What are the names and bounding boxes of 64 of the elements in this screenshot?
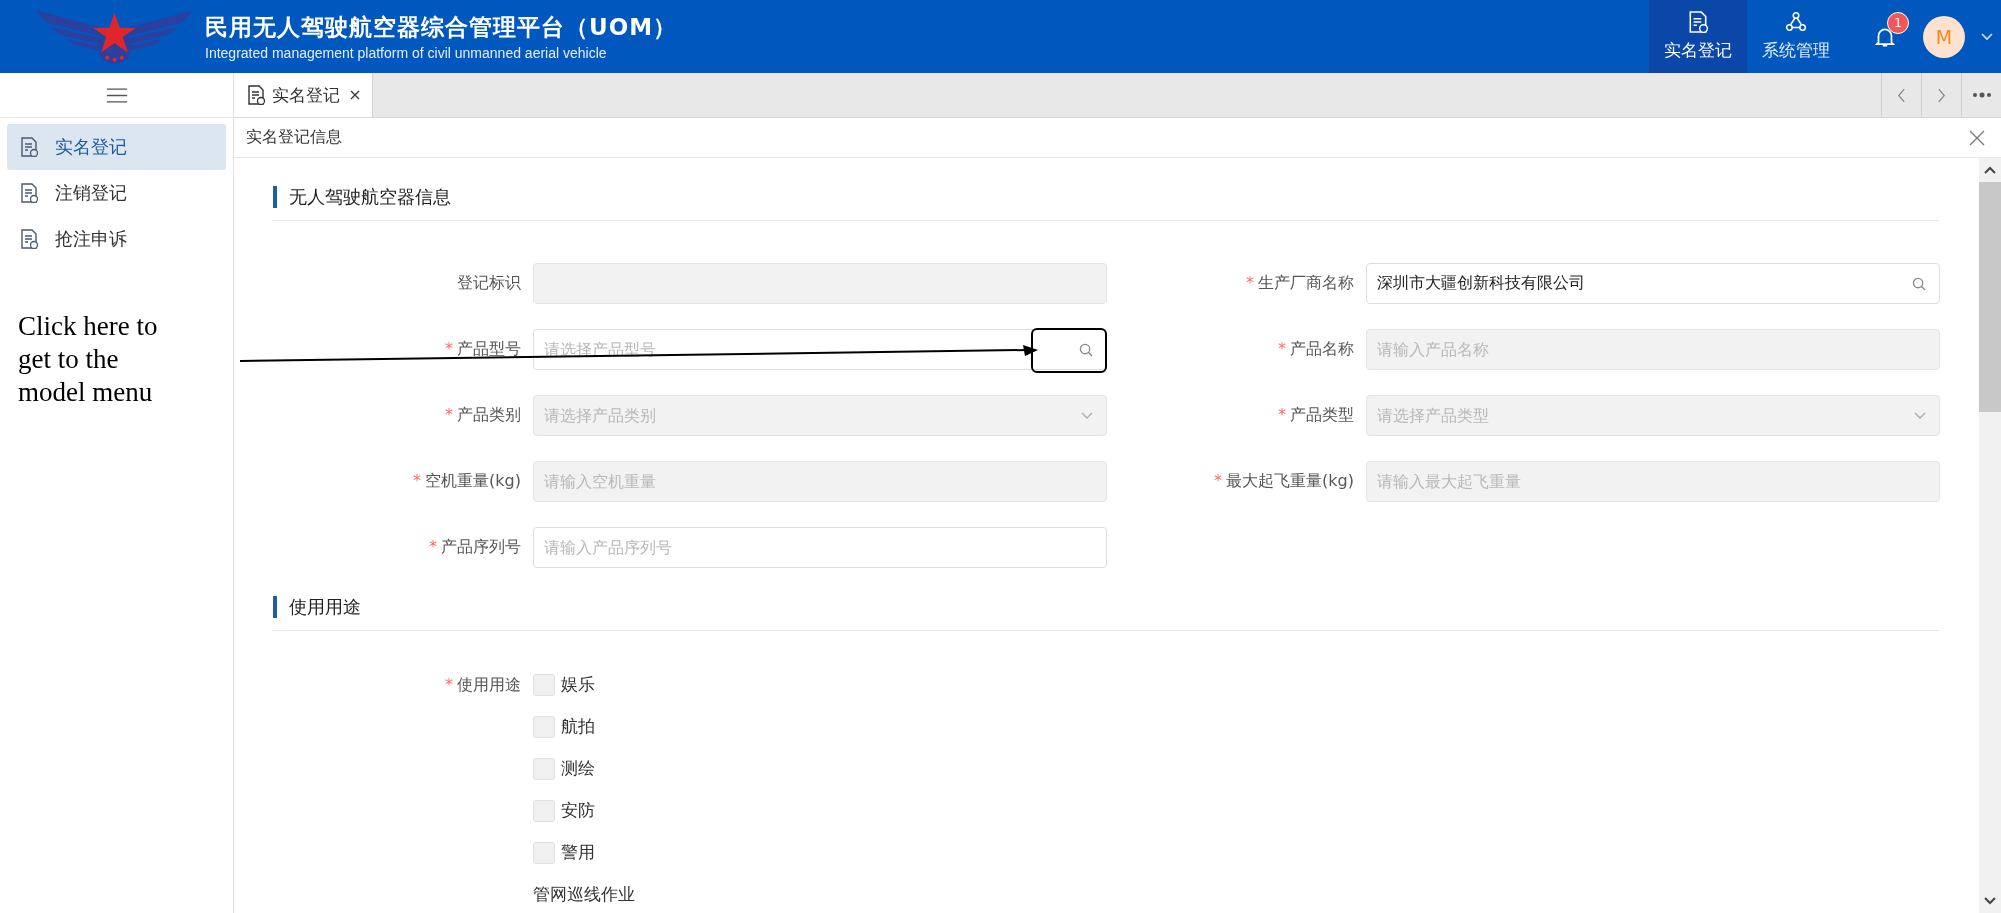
option-label: 测绘 <box>561 757 595 780</box>
checkbox[interactable] <box>533 757 555 780</box>
chevron-left-icon[interactable] <box>1897 87 1906 103</box>
field-label: * 空机重量(kg) <box>412 471 522 492</box>
required-mark: * <box>1246 273 1254 292</box>
option-label: 娱乐 <box>561 673 595 696</box>
field-label: * 产品类别 <box>444 405 522 426</box>
scroll-up-icon[interactable] <box>1984 166 1996 174</box>
checkbox[interactable] <box>533 799 555 822</box>
chevron-down-icon <box>1081 412 1093 420</box>
option-label: 管网巡线作业 <box>533 883 635 906</box>
option-label: 航拍 <box>561 715 595 738</box>
option-label: 警用 <box>561 841 595 864</box>
sidebar-item[interactable]: 实名登记 <box>7 124 226 170</box>
platform-subtitle: Integrated management platform of civil unmanned aerial vehicle <box>205 45 608 61</box>
option-label: 安防 <box>561 799 595 822</box>
required-mark: * <box>1214 471 1223 490</box>
field-label: * 产品型号 <box>444 339 522 360</box>
search-icon[interactable] <box>1079 343 1093 357</box>
section-title: 无人驾驶航空器信息 <box>273 186 1939 208</box>
chevron-right-icon[interactable] <box>1937 87 1946 103</box>
nav-tab[interactable]: 实名登记 <box>1649 0 1747 73</box>
document-icon <box>1687 11 1709 33</box>
document-icon <box>246 85 266 105</box>
section-title: 使用用途 <box>273 596 1939 618</box>
nav-tab[interactable]: 系统管理 <box>1747 0 1845 73</box>
checkbox[interactable] <box>533 673 555 696</box>
search-icon[interactable] <box>1912 277 1926 291</box>
network-icon <box>1785 11 1807 33</box>
field-label: * 产品名称 <box>1277 339 1355 360</box>
field-label: * 最大起飞重量(kg) <box>1213 471 1355 492</box>
required-mark: * <box>413 471 422 490</box>
tab[interactable]: 实名登记 <box>234 73 373 117</box>
document-icon <box>19 183 39 203</box>
document-icon <box>19 137 39 157</box>
vertical-scrollbar[interactable] <box>1979 158 2001 913</box>
sidebar-item[interactable]: 注销登记 <box>7 170 226 216</box>
document-icon <box>19 229 39 249</box>
menu-icon[interactable] <box>105 87 128 103</box>
scroll-down-icon[interactable] <box>1984 897 1996 905</box>
page-title: 实名登记信息 <box>246 127 342 148</box>
required-mark: * <box>1278 339 1286 358</box>
field-label: * 使用用途 <box>444 674 522 696</box>
required-mark: * <box>445 339 453 358</box>
platform-title: 民用无人驾驶航空器综合管理平台（UOM） <box>205 13 678 42</box>
caret-icon[interactable] <box>1981 32 1993 41</box>
required-mark: * <box>445 675 453 694</box>
checkbox[interactable] <box>533 841 555 864</box>
search-field[interactable]: 深圳市大疆创新科技有限公司 <box>1366 263 1940 304</box>
sidebar-item[interactable]: 抢注申诉 <box>7 216 226 262</box>
notification-badge: 1 <box>1887 12 1909 34</box>
required-mark: * <box>445 405 453 424</box>
annotation-text: Click here to get to the model menu <box>18 310 159 409</box>
input-field[interactable]: 请输入产品序列号 <box>533 527 1107 568</box>
more-icon[interactable] <box>1971 92 1992 98</box>
field-label: * 产品序列号 <box>428 537 522 558</box>
close-icon[interactable] <box>350 90 360 100</box>
field-label: 登记标识 <box>456 273 522 294</box>
field-label: * 生产厂商名称 <box>1245 273 1355 294</box>
field-label: * 产品类型 <box>1277 405 1355 426</box>
chevron-down-icon <box>1914 412 1926 420</box>
required-mark: * <box>1278 405 1286 424</box>
required-mark: * <box>429 537 437 556</box>
checkbox[interactable] <box>533 715 555 738</box>
